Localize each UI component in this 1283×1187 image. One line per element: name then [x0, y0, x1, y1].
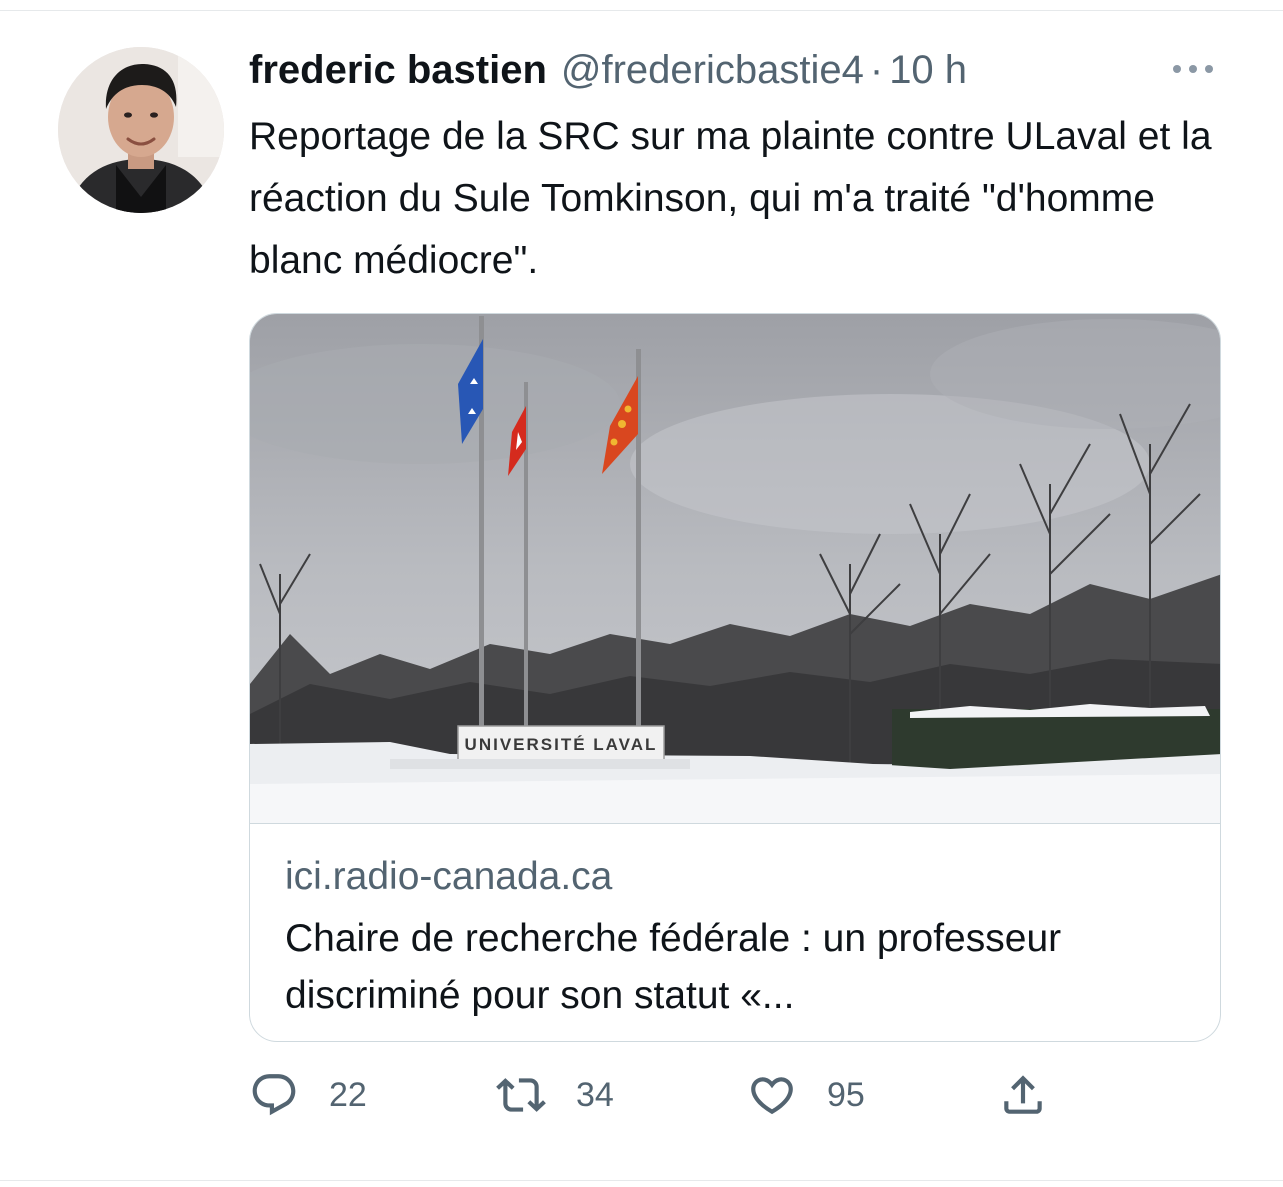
- avatar-photo: [58, 47, 224, 213]
- retweet-button[interactable]: 34: [496, 1070, 614, 1120]
- card-domain: ici.radio-canada.ca: [285, 855, 613, 898]
- more-horizontal-icon: [1173, 65, 1213, 73]
- separator-dot: ·: [869, 48, 884, 92]
- reply-button[interactable]: 22: [249, 1070, 367, 1120]
- tweet-text: Reportage de la SRC sur ma plainte contr…: [249, 115, 1212, 282]
- card-image-sign: UNIVERSITÉ LAVAL: [465, 735, 658, 754]
- link-card[interactable]: UNIVERSITÉ LAVAL ici.radio-canada.ca Cha…: [249, 313, 1221, 1042]
- author-handle[interactable]: @fredericbastie4: [561, 44, 864, 96]
- reply-icon: [252, 1074, 296, 1116]
- share-icon: [1004, 1075, 1042, 1114]
- like-button[interactable]: 95: [747, 1070, 865, 1120]
- reply-count: 22: [329, 1075, 367, 1114]
- avatar[interactable]: [58, 47, 224, 213]
- bottom-divider: [0, 1180, 1283, 1181]
- author-name[interactable]: frederic bastien: [249, 44, 547, 96]
- top-divider: [0, 10, 1283, 11]
- like-count: 95: [827, 1075, 865, 1114]
- retweet-icon: [496, 1078, 546, 1112]
- tweet-header: frederic bastien @fredericbastie4 · 10 h: [249, 44, 967, 96]
- more-options-button[interactable]: [1168, 52, 1218, 86]
- card-title: Chaire de recherche fédérale : un profes…: [285, 917, 1062, 1017]
- card-image: UNIVERSITÉ LAVAL: [250, 314, 1220, 824]
- retweet-count: 34: [576, 1075, 614, 1114]
- timestamp[interactable]: 10 h: [889, 44, 967, 96]
- share-button[interactable]: [998, 1070, 1048, 1120]
- heart-icon: [751, 1077, 793, 1115]
